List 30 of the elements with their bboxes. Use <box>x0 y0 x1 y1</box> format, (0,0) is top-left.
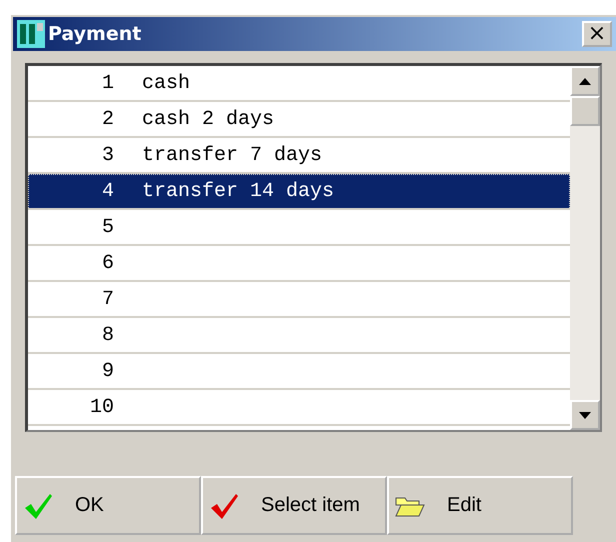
scroll-down-button[interactable] <box>570 400 600 430</box>
row-number: 8 <box>100 324 114 346</box>
down-arrow-icon <box>579 412 591 418</box>
close-button[interactable]: × <box>582 21 612 47</box>
row-name: transfer 14 days <box>142 180 334 202</box>
scroll-up-button[interactable] <box>570 66 600 96</box>
select-button[interactable]: Select item <box>201 476 387 535</box>
list-row[interactable]: 4 transfer 14 days <box>28 174 570 210</box>
checkmark-icon <box>23 492 53 520</box>
app-icon <box>17 20 45 48</box>
row-number: 4 <box>100 180 114 202</box>
row-number: 7 <box>100 288 114 310</box>
row-number: 6 <box>100 252 114 274</box>
row-number: 1 <box>100 72 114 94</box>
edit-button[interactable]: Edit <box>387 476 573 535</box>
row-number: 10 <box>88 396 114 418</box>
ok-button[interactable]: OK <box>15 476 201 535</box>
row-name: cash <box>142 72 190 94</box>
row-number: 9 <box>100 360 114 382</box>
window-title: Payment <box>48 23 142 45</box>
row-number: 3 <box>100 144 114 166</box>
scroll-thumb[interactable] <box>570 96 600 126</box>
row-number: 2 <box>100 108 114 130</box>
row-name: transfer 7 days <box>142 144 322 166</box>
folder-icon <box>395 494 425 516</box>
row-name: cash 2 days <box>142 108 274 130</box>
up-arrow-icon <box>579 78 591 84</box>
row-number: 5 <box>100 216 114 238</box>
checkmark-icon <box>209 492 239 520</box>
scrollbar[interactable] <box>570 66 600 430</box>
